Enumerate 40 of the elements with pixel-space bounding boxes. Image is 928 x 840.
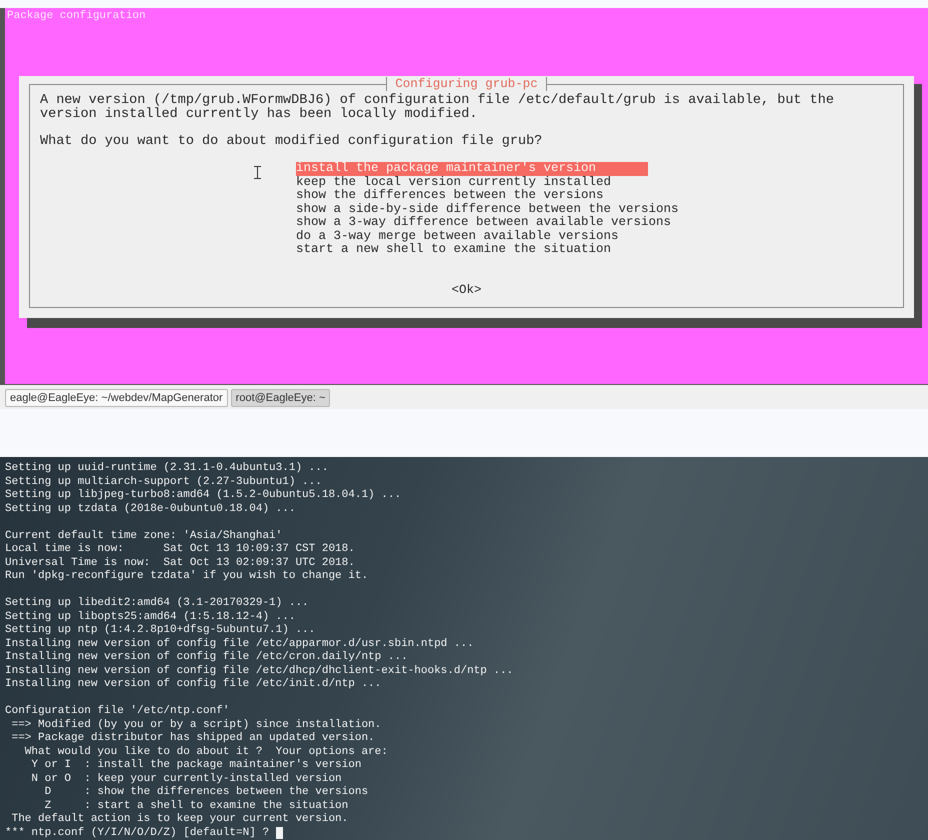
terminal-line: Installing new version of config file /etc/apparmor.d/usr.sbin.ntpd ... [5,638,474,651]
terminal-prompt: *** ntp.conf (Y/I/N/O/D/Z) [default=N] ? [5,826,270,840]
option-item[interactable]: start a new shell to examine the situation [296,243,612,256]
terminal-line: N or O : keep your currently-installed version [30,772,342,786]
terminal-line: Universal Time is now: Sat Oct 13 02:09:37 UTC 2018. [5,556,355,570]
terminal-line: Installing new version of config file /etc/init.d/ntp ... [5,678,382,692]
option-item[interactable]: show a 3-way difference between available versions [296,216,672,230]
terminal-line: Z : start a shell to examine the situation [44,800,348,813]
terminal-line: Current default time zone: 'Asia/Shanghai' [5,530,282,543]
terminal-line: Setting up uuid-runtime (2.31.1-0.4ubuntu3.1) ... [5,462,328,476]
terminal-line: ==> Package distributor has shipped an updated version. [10,732,375,746]
terminal-line: Setting up multiarch-support (2.27-3ubuntu1) ... [5,476,322,489]
terminal-line: The default action is to keep your current version. [10,813,348,826]
terminal-line: Setting up libjpeg-turbo8:amd64 (1.5.2-0ubuntu5.18.04.1) ... [5,489,402,502]
terminal-line: Setting up libopts25:amd64 (1:5.18.12-4) ... [5,610,296,624]
terminal-line: D : show the differences between the versions [44,786,368,800]
option-item[interactable]: show a side-by-side difference between the versions [296,202,679,216]
dialog-question: What do you want to do about modified configuration file grub? [40,134,544,148]
text-cursor-icon [254,166,261,179]
terminal-line: Installing new version of config file /etc/dhcp/dhclient-exit-hooks.d/ntp ... [5,664,514,678]
option-item[interactable]: do a 3-way merge between available versions [296,230,619,243]
terminal-cursor-icon [276,827,283,840]
dialog-message: A new version (/tmp/grub.WFormwDBJ6) of configuration file /etc/default/grub is available, but the version installed currently has been locally modified. [40,92,835,121]
terminal-line: Setting up tzdata (2018e-0ubuntu0.18.04) ... [5,502,296,516]
taskbar-tab[interactable]: root@EagleEye: ~ [230,389,330,407]
terminal-line: Installing new version of config file /etc/cron.daily/ntp ... [5,651,408,664]
ok-button[interactable]: <Ok> [451,284,482,297]
terminal-line: ==> Modified (by you or by a script) since installation. [10,718,382,732]
screen-title: Package configuration [6,9,147,23]
option-item[interactable]: keep the local version currently installed [296,176,612,189]
terminal-line: What would you like to do about it ? Your options are: [24,746,388,759]
terminal-line: Setting up libedit2:amd64 (3.1-20170329-1) ... [5,597,309,610]
terminal-line: Configuration file '/etc/ntp.conf' [5,705,230,718]
terminal-line: Setting up ntp (1:4.2.8p10+dfsg-5ubuntu7.1) ... [5,624,316,638]
terminal-line: Y or I : install the package maintainer's version [30,759,362,772]
terminal-line: Run 'dpkg-reconfigure tzdata' if you wish to change it. [5,570,368,584]
terminal-line: Local time is now: Sat Oct 13 10:09:37 CST 2018. [5,543,355,556]
dialog-title: Configuring grub-pc [386,77,547,91]
option-item[interactable]: show the differences between the versions [296,189,604,202]
taskbar-tab[interactable]: eagle@EagleEye: ~/webdev/MapGenerator [5,389,228,407]
